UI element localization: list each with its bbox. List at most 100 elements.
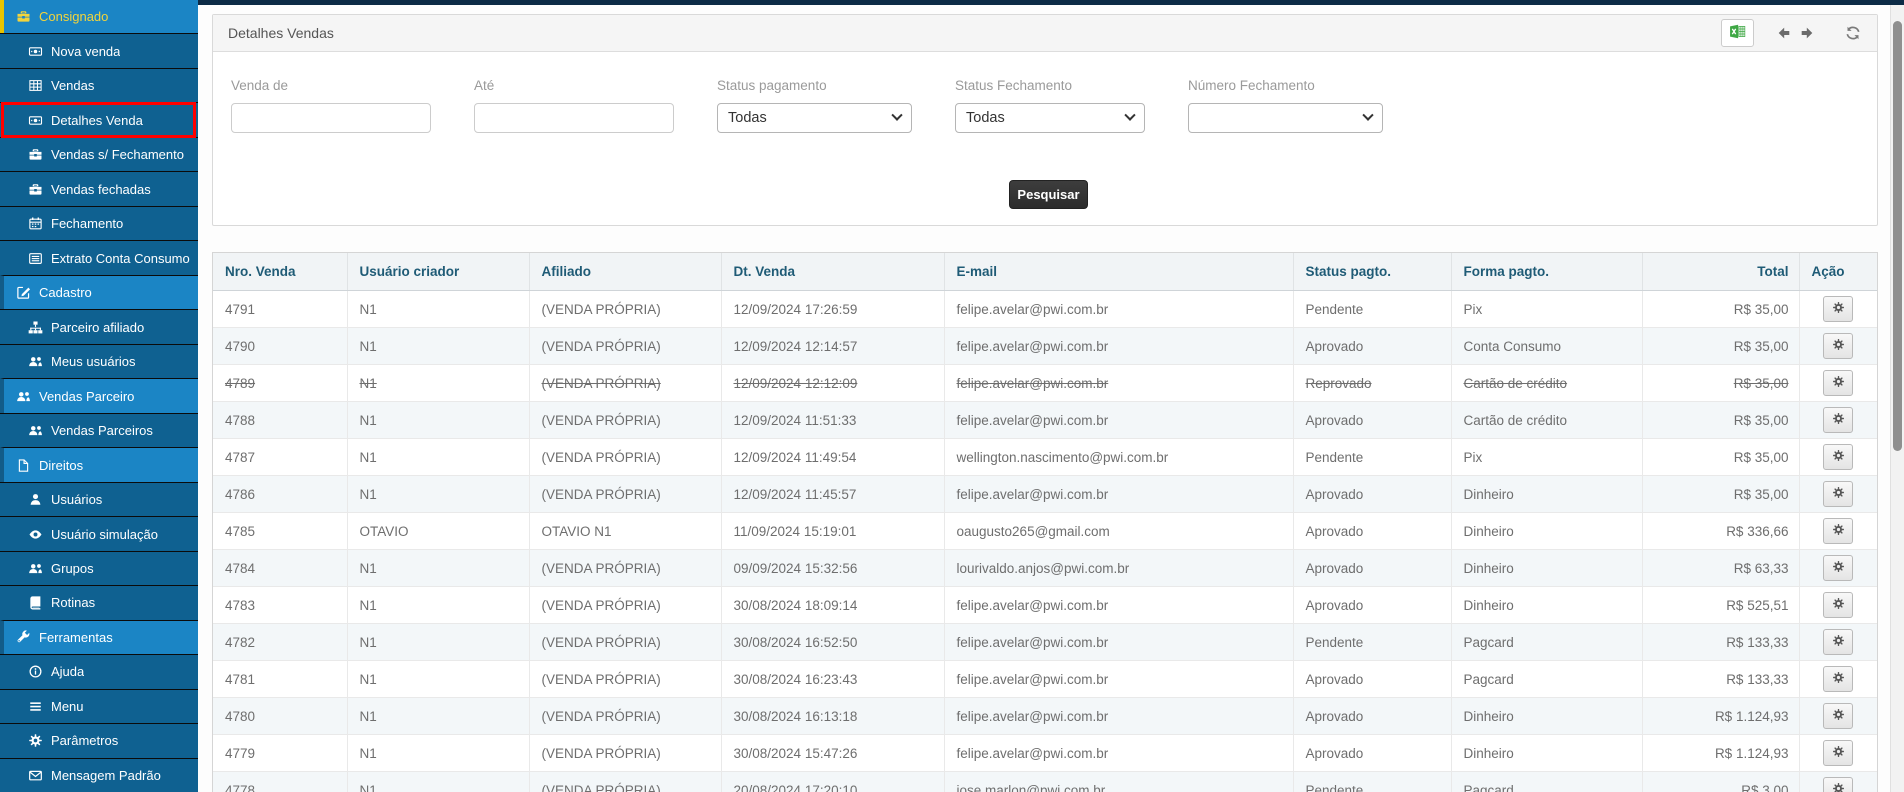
sidebar-item-vendas-fechadas[interactable]: Vendas fechadas <box>0 171 198 205</box>
cell-nro-venda: 4779 <box>213 735 347 772</box>
book-icon <box>28 595 43 610</box>
cell-forma-pagto: Conta Consumo <box>1451 328 1642 365</box>
prev-arrow-icon[interactable] <box>1776 25 1792 41</box>
cell-acao <box>1799 365 1877 402</box>
next-arrow-icon[interactable] <box>1799 25 1815 41</box>
cell-acao <box>1799 772 1877 792</box>
gear-icon <box>1832 708 1845 724</box>
row-actions-button[interactable] <box>1823 296 1853 322</box>
status-pagamento-select[interactable]: Todas <box>717 103 912 133</box>
chevron-down-icon <box>891 110 902 121</box>
row-actions-button[interactable] <box>1823 666 1853 692</box>
sidebar-item-direitos[interactable]: Direitos <box>0 447 198 481</box>
cell-afiliado: (VENDA PRÓPRIA) <box>529 291 721 328</box>
refresh-icon[interactable] <box>1845 25 1861 41</box>
sidebar-item-label: Usuário simulação <box>51 527 158 542</box>
cell-usuario-criador: N1 <box>347 587 529 624</box>
cell-nro-venda: 4782 <box>213 624 347 661</box>
sidebar-item-label: Fechamento <box>51 216 123 231</box>
status-fechamento-select[interactable]: Todas <box>955 103 1145 133</box>
sidebar-item-parceiro-afiliado[interactable]: Parceiro afiliado <box>0 309 198 343</box>
row-actions-button[interactable] <box>1823 592 1853 618</box>
cell-total: R$ 525,51 <box>1642 587 1799 624</box>
sidebar-item-ferramentas[interactable]: Ferramentas <box>0 620 198 654</box>
row-actions-button[interactable] <box>1823 407 1853 433</box>
briefcase-icon <box>16 9 31 24</box>
sidebar-item-meus-usuarios[interactable]: Meus usuários <box>0 344 198 378</box>
cell-usuario-criador: N1 <box>347 476 529 513</box>
cell-usuario-criador: N1 <box>347 328 529 365</box>
sidebar-item-cadastro[interactable]: Cadastro <box>0 275 198 309</box>
cell-total: R$ 35,00 <box>1642 402 1799 439</box>
vertical-scrollbar[interactable] <box>1890 5 1904 792</box>
sidebar-item-usuario-simulacao[interactable]: Usuário simulação <box>0 516 198 550</box>
cell-usuario-criador: N1 <box>347 661 529 698</box>
scrollbar-thumb[interactable] <box>1893 21 1902 451</box>
row-actions-button[interactable] <box>1823 370 1853 396</box>
sidebar-item-detalhes-venda[interactable]: Detalhes Venda <box>0 102 198 136</box>
excel-export-button[interactable] <box>1721 19 1754 47</box>
user-icon <box>28 492 43 507</box>
sidebar-item-vendas[interactable]: Vendas <box>0 68 198 102</box>
sidebar-item-extrato-conta-consumo[interactable]: Extrato Conta Consumo <box>0 240 198 274</box>
cell-dt-venda: 12/09/2024 17:26:59 <box>721 291 944 328</box>
sidebar-item-label: Menu <box>51 699 84 714</box>
cell-total: R$ 35,00 <box>1642 328 1799 365</box>
filter-group-status-pagamento: Status pagamento Todas <box>717 78 912 133</box>
row-actions-button[interactable] <box>1823 444 1853 470</box>
cell-usuario-criador: N1 <box>347 624 529 661</box>
row-actions-button[interactable] <box>1823 518 1853 544</box>
row-actions-button[interactable] <box>1823 703 1853 729</box>
row-actions-button[interactable] <box>1823 555 1853 581</box>
table-row-4790: 4790N1(VENDA PRÓPRIA)12/09/2024 12:14:57… <box>213 328 1877 365</box>
numero-fechamento-select[interactable] <box>1188 103 1383 133</box>
cell-nro-venda: 4789 <box>213 365 347 402</box>
sidebar-item-consignado[interactable]: Consignado <box>0 0 198 33</box>
sidebar-item-vendas-parceiro[interactable]: Vendas Parceiro <box>0 378 198 412</box>
column-header-status-pagto: Status pagto. <box>1293 253 1451 291</box>
cell-dt-venda: 09/09/2024 15:32:56 <box>721 550 944 587</box>
sidebar-item-usuarios[interactable]: Usuários <box>0 482 198 516</box>
sidebar-item-vendas-parceiros[interactable]: Vendas Parceiros <box>0 413 198 447</box>
cell-e-mail: oaugusto265@gmail.com <box>944 513 1293 550</box>
cell-dt-venda: 30/08/2024 15:47:26 <box>721 735 944 772</box>
cell-forma-pagto: Dinheiro <box>1451 550 1642 587</box>
search-button[interactable]: Pesquisar <box>1009 180 1088 209</box>
cell-status-pagto: Aprovado <box>1293 550 1451 587</box>
select-value: Todas <box>966 110 1005 126</box>
row-actions-button[interactable] <box>1823 740 1853 766</box>
sidebar-item-nova-venda[interactable]: Nova venda <box>0 33 198 67</box>
cell-acao <box>1799 550 1877 587</box>
panel-title: Detalhes Vendas <box>228 25 334 41</box>
sidebar-item-vendas-s-fechamento[interactable]: Vendas s/ Fechamento <box>0 137 198 171</box>
sidebar-item-label: Parceiro afiliado <box>51 320 144 335</box>
cell-e-mail: felipe.avelar@pwi.com.br <box>944 402 1293 439</box>
row-actions-button[interactable] <box>1823 777 1853 792</box>
cell-forma-pagto: Pagcard <box>1451 624 1642 661</box>
filter-label: Status pagamento <box>717 78 912 93</box>
row-actions-button[interactable] <box>1823 629 1853 655</box>
row-actions-button[interactable] <box>1823 333 1853 359</box>
cell-usuario-criador: N1 <box>347 291 529 328</box>
sidebar-item-ajuda[interactable]: Ajuda <box>0 654 198 688</box>
cell-acao <box>1799 624 1877 661</box>
sidebar-item-menu[interactable]: Menu <box>0 689 198 723</box>
sidebar-item-grupos[interactable]: Grupos <box>0 551 198 585</box>
cell-total: R$ 63,33 <box>1642 550 1799 587</box>
ate-input[interactable] <box>474 103 674 133</box>
sidebar-item-mensagem-padrao[interactable]: Mensagem Padrão <box>0 758 198 792</box>
cell-status-pagto: Pendente <box>1293 624 1451 661</box>
sidebar-item-rotinas[interactable]: Rotinas <box>0 585 198 619</box>
cell-total: R$ 1.124,93 <box>1642 698 1799 735</box>
gear-icon <box>1832 745 1845 761</box>
sidebar-item-parametros[interactable]: Parâmetros <box>0 723 198 757</box>
cell-dt-venda: 30/08/2024 16:13:18 <box>721 698 944 735</box>
venda-de-input[interactable] <box>231 103 431 133</box>
table-row-4785: 4785OTAVIOOTAVIO N111/09/2024 15:19:01oa… <box>213 513 1877 550</box>
sidebar-item-label: Grupos <box>51 561 94 576</box>
cell-status-pagto: Aprovado <box>1293 402 1451 439</box>
sidebar-item-fechamento[interactable]: Fechamento <box>0 206 198 240</box>
row-actions-button[interactable] <box>1823 481 1853 507</box>
cell-e-mail: jose.marlon@pwi.com.br <box>944 772 1293 792</box>
table-row-4787: 4787N1(VENDA PRÓPRIA)12/09/2024 11:49:54… <box>213 439 1877 476</box>
